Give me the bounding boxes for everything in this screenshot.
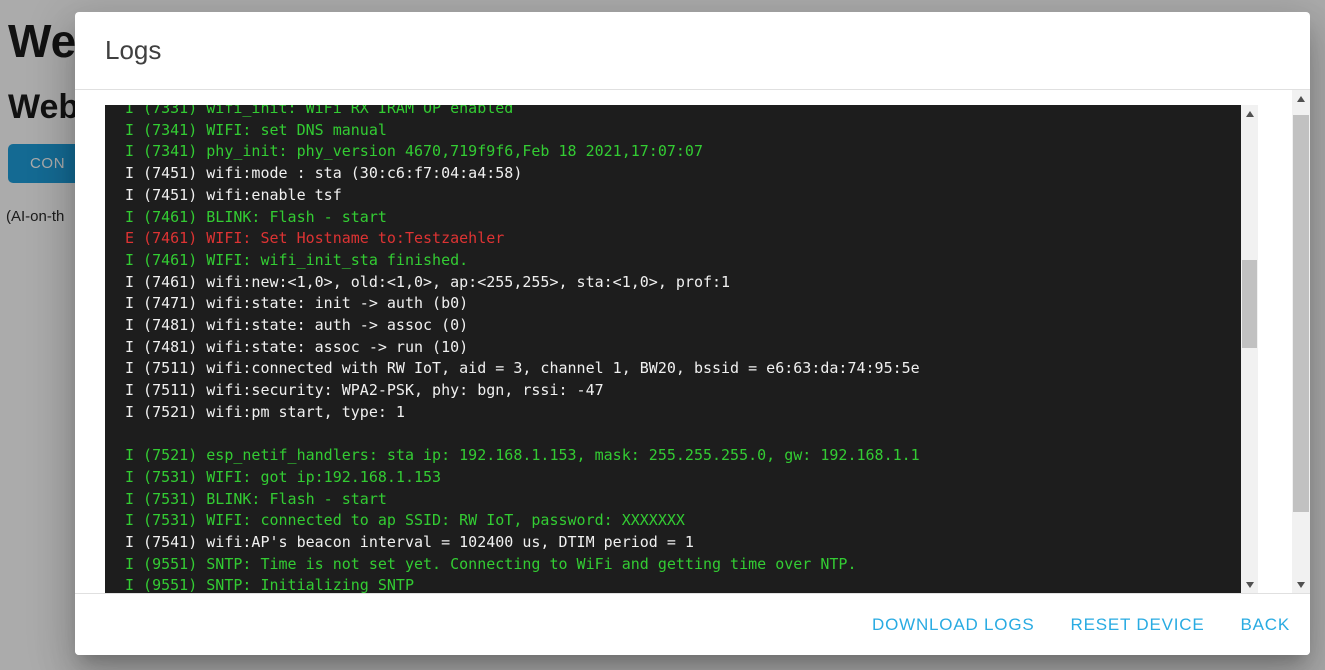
reset-device-button[interactable]: RESET DEVICE	[1071, 615, 1205, 635]
log-line: I (9551) SNTP: Initializing SNTP	[125, 575, 1236, 593]
log-line: I (7531) WIFI: connected to ap SSID: RW …	[125, 510, 1236, 532]
log-line: I (9551) SNTP: Time is not set yet. Conn…	[125, 554, 1236, 576]
log-line: I (7451) wifi:mode : sta (30:c6:f7:04:a4…	[125, 163, 1236, 185]
scroll-down-icon[interactable]	[1241, 576, 1258, 593]
log-line: I (7341) WIFI: set DNS manual	[125, 120, 1236, 142]
scroll-up-icon[interactable]	[1292, 90, 1310, 107]
log-line: I (7461) BLINK: Flash - start	[125, 207, 1236, 229]
log-line: I (7481) wifi:state: auth -> assoc (0)	[125, 315, 1236, 337]
dialog-scrollbar-thumb[interactable]	[1293, 115, 1309, 512]
log-line: I (7511) wifi:connected with RW IoT, aid…	[125, 358, 1236, 380]
log-line	[125, 424, 1236, 446]
logs-dialog: Logs I (7331) wifi_init: WiFi RX IRAM OP…	[75, 12, 1310, 655]
log-line: E (7461) WIFI: Set Hostname to:Testzaehl…	[125, 228, 1236, 250]
scroll-up-icon[interactable]	[1241, 105, 1258, 122]
log-line: I (7521) wifi:pm start, type: 1	[125, 402, 1236, 424]
log-line: I (7531) WIFI: got ip:192.168.1.153	[125, 467, 1236, 489]
log-line: I (7341) phy_init: phy_version 4670,719f…	[125, 141, 1236, 163]
log-scrollbar-thumb[interactable]	[1242, 260, 1257, 348]
log-line: I (7481) wifi:state: assoc -> run (10)	[125, 337, 1236, 359]
download-logs-button[interactable]: DOWNLOAD LOGS	[872, 615, 1034, 635]
log-line: I (7521) esp_netif_handlers: sta ip: 192…	[125, 445, 1236, 467]
log-scrollbar[interactable]	[1241, 105, 1258, 593]
log-line: I (7331) wifi_init: WiFi RX IRAM OP enab…	[125, 105, 1236, 120]
log-line: I (7451) wifi:enable tsf	[125, 185, 1236, 207]
dialog-title: Logs	[105, 35, 161, 66]
log-console[interactable]: I (7331) wifi_init: WiFi RX IRAM OP enab…	[105, 105, 1258, 593]
log-line: I (7531) BLINK: Flash - start	[125, 489, 1236, 511]
log-line: I (7461) WIFI: wifi_init_sta finished.	[125, 250, 1236, 272]
log-content: I (7331) wifi_init: WiFi RX IRAM OP enab…	[125, 105, 1236, 593]
dialog-body: I (7331) wifi_init: WiFi RX IRAM OP enab…	[75, 90, 1310, 593]
log-line: I (7461) wifi:new:<1,0>, old:<1,0>, ap:<…	[125, 272, 1236, 294]
dialog-footer: DOWNLOAD LOGS RESET DEVICE BACK	[75, 593, 1310, 655]
log-line: I (7541) wifi:AP's beacon interval = 102…	[125, 532, 1236, 554]
log-line: I (7511) wifi:security: WPA2-PSK, phy: b…	[125, 380, 1236, 402]
dialog-scrollbar[interactable]	[1292, 90, 1310, 593]
dialog-header: Logs	[75, 12, 1310, 90]
scroll-down-icon[interactable]	[1292, 576, 1310, 593]
log-line: I (7471) wifi:state: init -> auth (b0)	[125, 293, 1236, 315]
back-button[interactable]: BACK	[1241, 615, 1291, 635]
